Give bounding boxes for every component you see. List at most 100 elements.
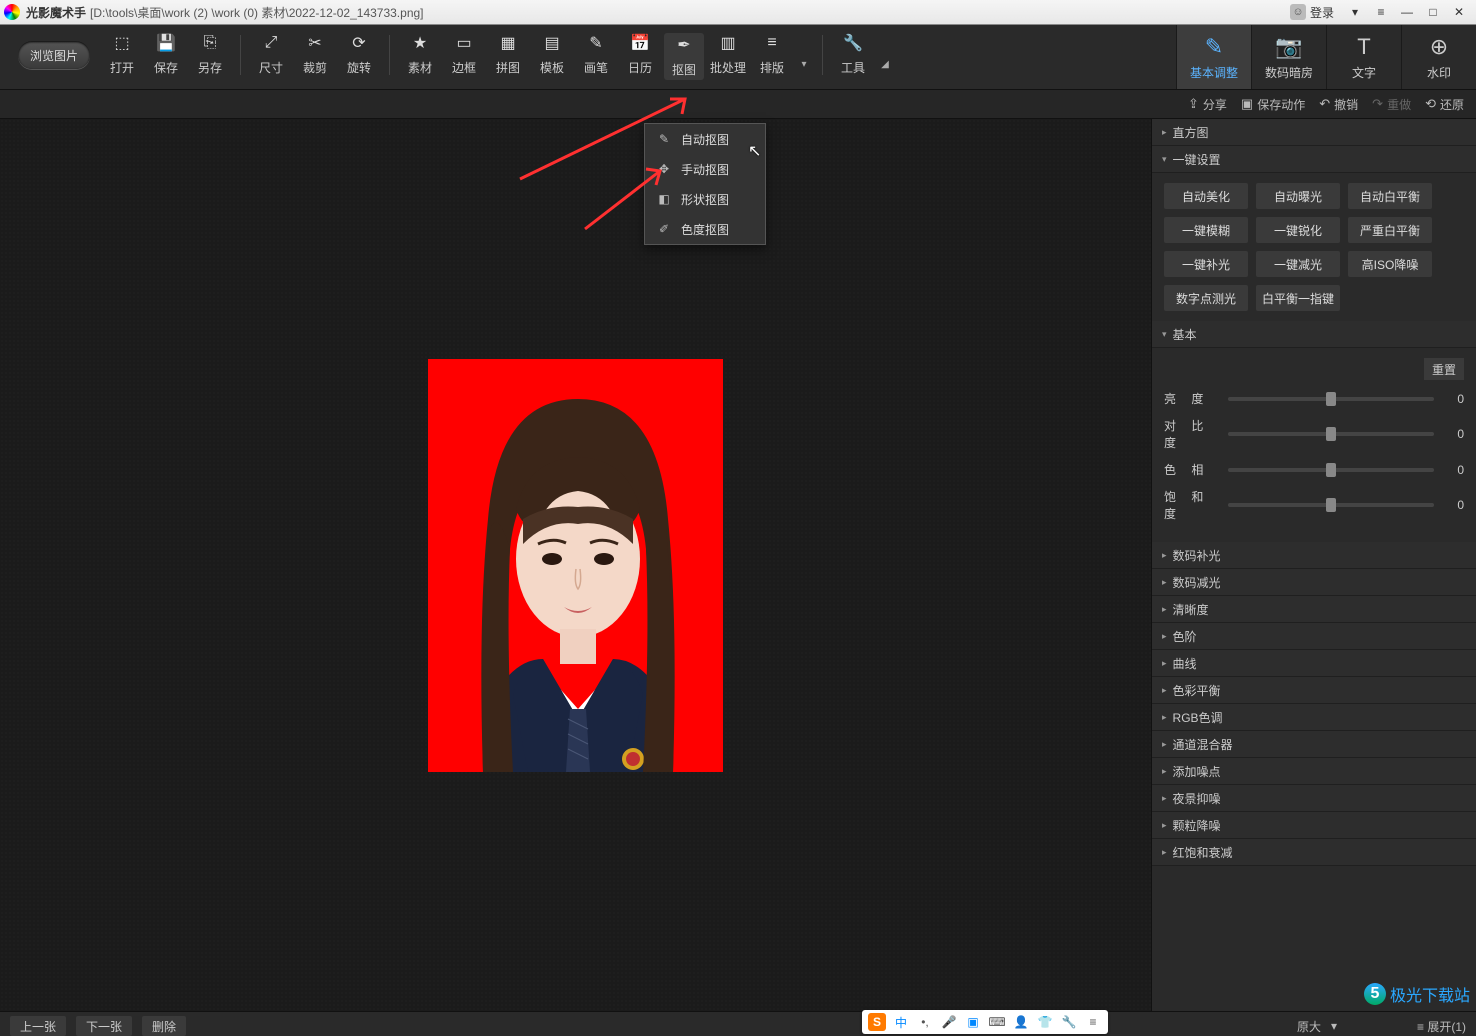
toolbar-旋转[interactable]: ⟳旋转 [339, 33, 379, 76]
slider-thumb[interactable] [1326, 427, 1336, 441]
browse-button[interactable]: 浏览图片 [18, 41, 90, 69]
panel-histogram[interactable]: ▸直方图 [1152, 119, 1476, 146]
tool-icon: ▤ [542, 33, 562, 53]
toolbar-批处理[interactable]: ▥批处理 [708, 33, 748, 76]
slider-thumb[interactable] [1326, 463, 1336, 477]
menu-button[interactable]: ≡ [1368, 3, 1394, 21]
tab-icon: 📷 [1275, 34, 1302, 60]
toolbar-边框[interactable]: ▭边框 [444, 33, 484, 76]
expand-button[interactable]: ≡ 展开(1) [1417, 1018, 1466, 1035]
ime-keyboard-icon[interactable]: ⌨ [988, 1013, 1006, 1031]
slider-track[interactable] [1228, 468, 1434, 472]
tab-数码暗房[interactable]: 📷数码暗房 [1251, 25, 1326, 89]
next-button[interactable]: 下一张 [76, 1016, 132, 1036]
panel-色阶[interactable]: ▸色阶 [1152, 623, 1476, 650]
ime-image-icon[interactable]: ▣ [964, 1013, 982, 1031]
preset-一键锐化[interactable]: 一键锐化 [1256, 217, 1340, 243]
toolbar-尺寸[interactable]: ⤢尺寸 [251, 33, 291, 76]
panel-红饱和衰减[interactable]: ▸红饱和衰减 [1152, 839, 1476, 866]
toolbar-另存[interactable]: ⎘另存 [190, 33, 230, 76]
panel-夜景抑噪[interactable]: ▸夜景抑噪 [1152, 785, 1476, 812]
toolbar-素材[interactable]: ★素材 [400, 33, 440, 76]
preset-严重白平衡[interactable]: 严重白平衡 [1348, 217, 1432, 243]
panel-色彩平衡[interactable]: ▸色彩平衡 [1152, 677, 1476, 704]
panel-颗粒降噪[interactable]: ▸颗粒降噪 [1152, 812, 1476, 839]
photo-preview [428, 359, 723, 772]
close-button[interactable]: ✕ [1446, 3, 1472, 21]
prev-button[interactable]: 上一张 [10, 1016, 66, 1036]
minimize-button[interactable]: — [1394, 3, 1420, 21]
ime-logo-icon: S [868, 1013, 886, 1031]
panel-RGB色调[interactable]: ▸RGB色调 [1152, 704, 1476, 731]
login-button[interactable]: ☺ 登录 [1290, 4, 1334, 21]
panel-数码补光[interactable]: ▸数码补光 [1152, 542, 1476, 569]
restore-button[interactable]: ⟲还原 [1425, 96, 1464, 113]
slider-track[interactable] [1228, 397, 1434, 401]
tab-基本调整[interactable]: ✎基本调整 [1176, 25, 1251, 89]
toolbar-打开[interactable]: ⬚打开 [102, 33, 142, 76]
maximize-button[interactable]: □ [1420, 3, 1446, 21]
delete-button[interactable]: 删除 [142, 1016, 186, 1036]
status-bar: 上一张 下一张 删除 尺寸： 295×413 ▣ 图片信 原大 ▾ ≡ 展开(1… [0, 1011, 1476, 1036]
save-action-button[interactable]: ▣保存动作 [1241, 96, 1305, 113]
titlebar: 光影魔术手 [D:\tools\桌面\work (2) \work (0) 素材… [0, 0, 1476, 25]
slider-thumb[interactable] [1326, 392, 1336, 406]
panel-basic[interactable]: ▾基本 [1152, 321, 1476, 348]
panel-数码减光[interactable]: ▸数码减光 [1152, 569, 1476, 596]
panel-清晰度[interactable]: ▸清晰度 [1152, 596, 1476, 623]
preset-白平衡一指键[interactable]: 白平衡一指键 [1256, 285, 1340, 311]
tab-icon: ✎ [1205, 34, 1223, 60]
toolbar-裁剪[interactable]: ✂裁剪 [295, 33, 335, 76]
preset-数字点测光[interactable]: 数字点测光 [1164, 285, 1248, 311]
toolbar-拼图[interactable]: ▦拼图 [488, 33, 528, 76]
preset-一键补光[interactable]: 一键补光 [1164, 251, 1248, 277]
tool-icon: ⬚ [112, 33, 132, 53]
ime-bar[interactable]: S 中 •, 🎤 ▣ ⌨ 👤 👕 🔧 ≡ [862, 1010, 1108, 1034]
ime-punct-icon[interactable]: •, [916, 1013, 934, 1031]
preset-自动白平衡[interactable]: 自动白平衡 [1348, 183, 1432, 209]
magnification: 原大 [1297, 1018, 1321, 1035]
toolbar-抠图[interactable]: ✒抠图 [664, 33, 704, 80]
ime-lang-icon[interactable]: 中 [892, 1013, 910, 1031]
preset-自动美化[interactable]: 自动美化 [1164, 183, 1248, 209]
undo-button[interactable]: ↶撤销 [1319, 96, 1358, 113]
ime-voice-icon[interactable]: 🎤 [940, 1013, 958, 1031]
tab-水印[interactable]: ⊕水印 [1401, 25, 1476, 89]
toolbar-日历[interactable]: 📅日历 [620, 33, 660, 76]
preset-一键模糊[interactable]: 一键模糊 [1164, 217, 1248, 243]
preset-高ISO降噪[interactable]: 高ISO降噪 [1348, 251, 1432, 277]
tools-more[interactable]: ◢ [875, 39, 895, 89]
canvas[interactable]: ✎自动抠图 ✥手动抠图 ◧形状抠图 ✐色度抠图 ↖ [0, 119, 1151, 1011]
toolbar-保存[interactable]: 💾保存 [146, 33, 186, 76]
slider-色相: 色 相0 [1164, 461, 1464, 478]
ime-toolbox-icon[interactable]: 🔧 [1060, 1013, 1078, 1031]
preset-自动曝光[interactable]: 自动曝光 [1256, 183, 1340, 209]
toolbar-工具[interactable]: 🔧工具 [833, 33, 873, 76]
chevron-right-icon: ▸ [1162, 631, 1167, 642]
toolbar-more[interactable]: ▾ [794, 39, 814, 89]
preset-一键减光[interactable]: 一键减光 [1256, 251, 1340, 277]
toolbar-模板[interactable]: ▤模板 [532, 33, 572, 76]
reset-button[interactable]: 重置 [1424, 358, 1464, 380]
oneclick-body: 自动美化自动曝光自动白平衡一键模糊一键锐化严重白平衡一键补光一键减光高ISO降噪… [1152, 173, 1476, 321]
share-button[interactable]: ⇪分享 [1188, 96, 1227, 113]
panel-曲线[interactable]: ▸曲线 [1152, 650, 1476, 677]
panel-oneclick[interactable]: ▾一键设置 [1152, 146, 1476, 173]
slider-thumb[interactable] [1326, 498, 1336, 512]
ime-skin-icon[interactable]: 👕 [1036, 1013, 1054, 1031]
ime-menu-icon[interactable]: ≡ [1084, 1013, 1102, 1031]
slider-track[interactable] [1228, 432, 1434, 436]
chevron-right-icon: ▸ [1162, 127, 1167, 138]
panel-通道混合器[interactable]: ▸通道混合器 [1152, 731, 1476, 758]
toolbar-画笔[interactable]: ✎画笔 [576, 33, 616, 76]
panel-添加噪点[interactable]: ▸添加噪点 [1152, 758, 1476, 785]
slider-track[interactable] [1228, 503, 1434, 507]
redo-button[interactable]: ↷重做 [1372, 96, 1411, 113]
tab-文字[interactable]: T文字 [1326, 25, 1401, 89]
ime-user-icon[interactable]: 👤 [1012, 1013, 1030, 1031]
pin-button[interactable]: ▾ [1342, 3, 1368, 21]
share-icon: ⇪ [1188, 96, 1199, 112]
toolbar-排版[interactable]: ≡排版 [752, 33, 792, 76]
chevron-right-icon: ▸ [1162, 847, 1167, 858]
cursor-icon: ↖ [748, 141, 761, 161]
